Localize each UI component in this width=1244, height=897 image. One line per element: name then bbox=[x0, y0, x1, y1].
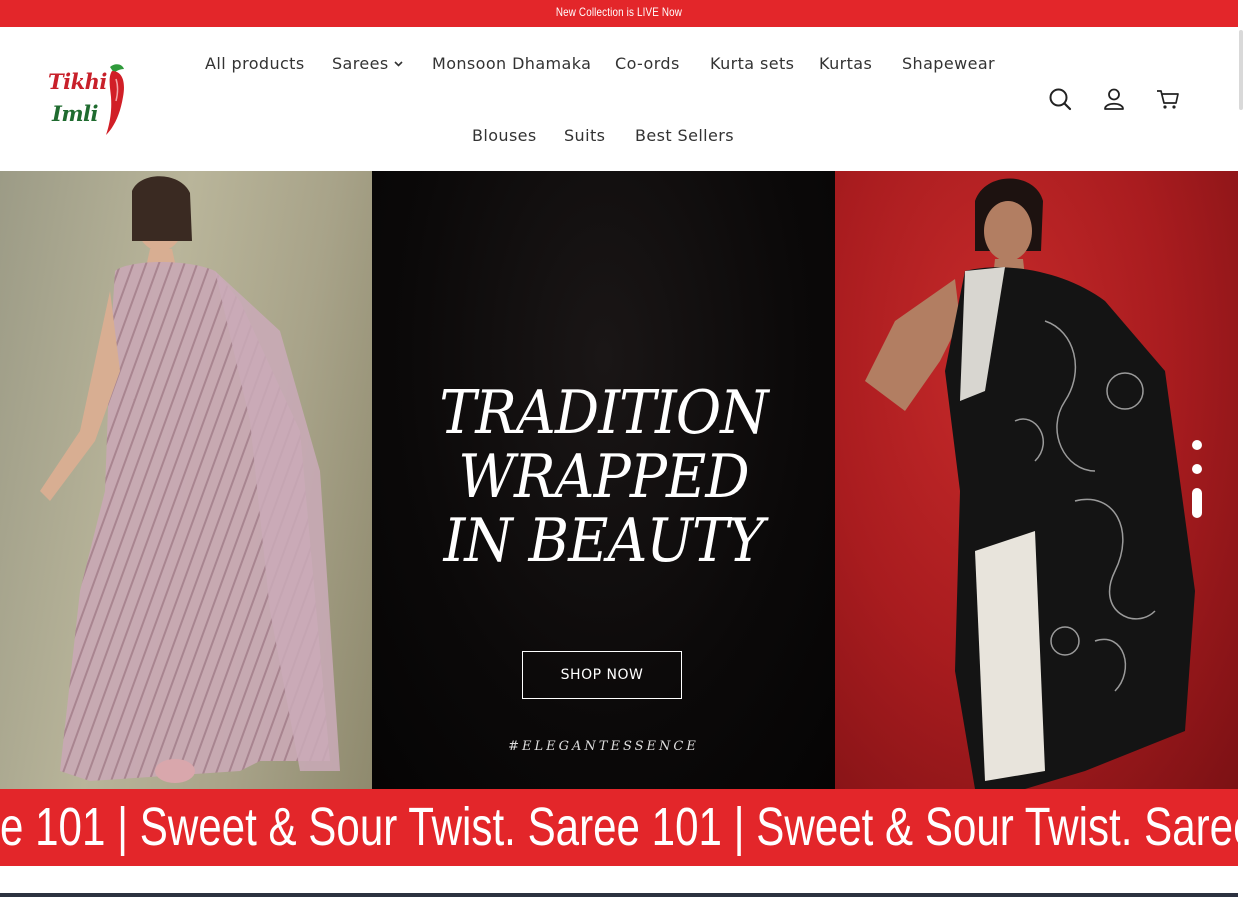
nav-item-best-sellers[interactable]: Best Sellers bbox=[635, 126, 734, 145]
hero-headline-line2: WRAPPED bbox=[458, 442, 749, 512]
slideshow-pagination bbox=[1190, 440, 1204, 532]
site-header: Tikhi Imli All products Sarees Monsoon D… bbox=[0, 27, 1238, 171]
chili-pepper-icon bbox=[106, 64, 124, 135]
nav-item-monsoon-dhamaka[interactable]: Monsoon Dhamaka bbox=[432, 54, 591, 73]
nav-item-suits[interactable]: Suits bbox=[564, 126, 605, 145]
scrolling-marquee: e 101 | Sweet & Sour Twist. Saree 101 | … bbox=[0, 789, 1238, 866]
announcement-bar: New Collection is LIVE Now bbox=[0, 0, 1238, 27]
hero-hashtag: #ELEGANTESSENCE bbox=[508, 739, 699, 754]
model-silhouette-left bbox=[40, 176, 340, 783]
hero-image-right bbox=[835, 171, 1238, 789]
hero-headline-line3: IN BEAUTY bbox=[443, 506, 765, 576]
nav-item-co-ords[interactable]: Co-ords bbox=[615, 54, 680, 73]
slide-dot-2[interactable] bbox=[1192, 464, 1202, 474]
marquee-text: e 101 | Sweet & Sour Twist. Saree 101 | … bbox=[0, 797, 1238, 857]
nav-item-sarees[interactable]: Sarees bbox=[332, 54, 403, 73]
next-section-edge bbox=[0, 893, 1238, 897]
chevron-down-icon bbox=[394, 61, 403, 67]
model-silhouette-right bbox=[865, 178, 1195, 789]
nav-item-kurta-sets[interactable]: Kurta sets bbox=[710, 54, 794, 73]
account-icon[interactable] bbox=[1101, 86, 1127, 112]
hero-image-left bbox=[0, 171, 372, 789]
scrollbar-thumb[interactable] bbox=[1239, 30, 1243, 110]
brand-logo[interactable]: Tikhi Imli bbox=[46, 63, 130, 139]
nav-item-blouses[interactable]: Blouses bbox=[472, 126, 537, 145]
hero-headline: TRADITION WRAPPED IN BEAUTY bbox=[372, 381, 835, 573]
search-icon[interactable] bbox=[1047, 86, 1073, 112]
shop-now-button[interactable]: SHOP NOW bbox=[522, 651, 682, 699]
nav-item-shapewear[interactable]: Shapewear bbox=[902, 54, 995, 73]
announcement-text: New Collection is LIVE Now bbox=[555, 5, 683, 19]
hero-slideshow: TRADITION WRAPPED IN BEAUTY SHOP NOW #EL… bbox=[0, 171, 1238, 789]
cart-icon[interactable] bbox=[1155, 86, 1181, 112]
hero-headline-line1: TRADITION bbox=[439, 378, 768, 448]
nav-item-all-products[interactable]: All products bbox=[205, 54, 305, 73]
slide-dot-3-active[interactable] bbox=[1192, 488, 1202, 518]
slide-dot-1[interactable] bbox=[1192, 440, 1202, 450]
page-scrollbar[interactable] bbox=[1238, 0, 1244, 897]
nav-item-kurtas[interactable]: Kurtas bbox=[819, 54, 872, 73]
brand-logo-line2: Imli bbox=[52, 101, 99, 126]
